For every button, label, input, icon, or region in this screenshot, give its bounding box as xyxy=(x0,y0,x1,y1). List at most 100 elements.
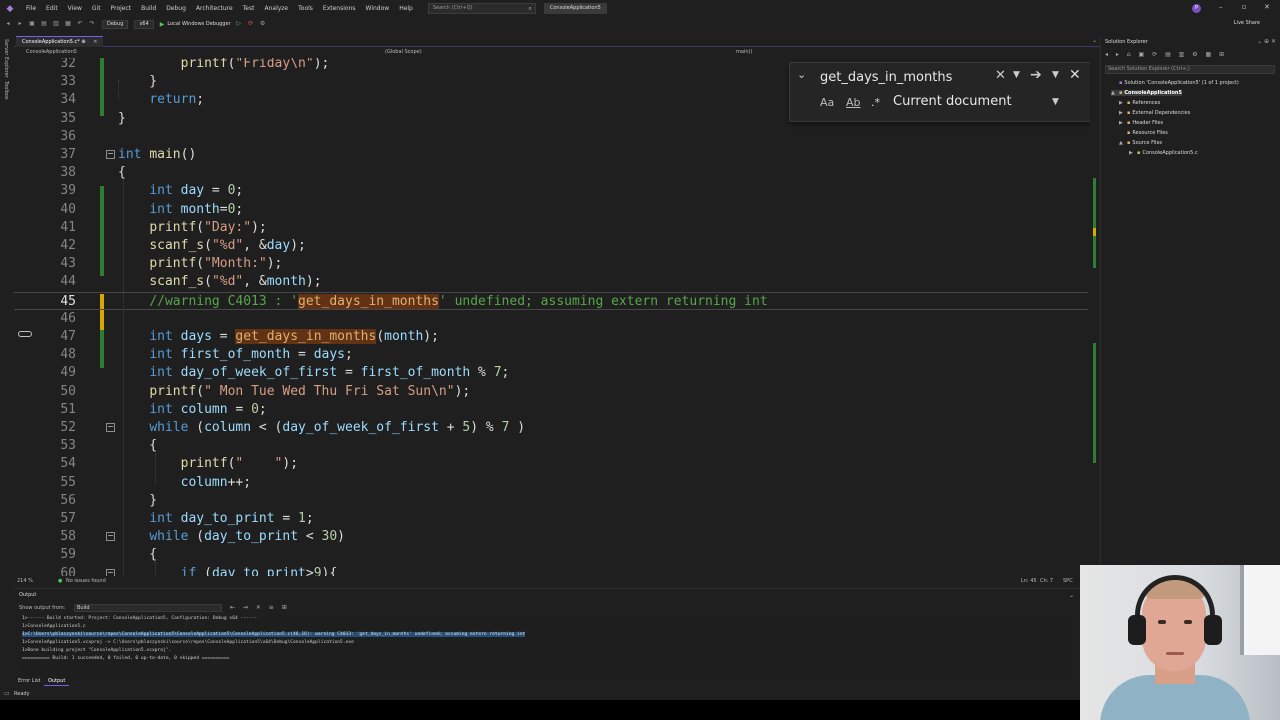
save-all-icon[interactable]: ▦ xyxy=(64,20,72,28)
fold-toggle-icon[interactable]: − xyxy=(106,423,115,432)
editor-scrollbar[interactable] xyxy=(1090,58,1100,576)
tree-expander-icon[interactable]: ▲ xyxy=(1119,140,1127,146)
tree-item[interactable]: ▶ ▪ External Dependencies xyxy=(1119,110,1190,116)
tab-consoleapplication5-c[interactable]: ConsoleApplication5.c* ⊕ ✕ xyxy=(16,36,104,47)
output-source-select[interactable]: Build xyxy=(74,604,222,612)
undo-icon[interactable]: ↶ xyxy=(76,20,84,28)
tree-item[interactable]: ▶ ▪ Header Files xyxy=(1119,120,1163,126)
redo-icon[interactable]: ↷ xyxy=(88,20,96,28)
platform-select[interactable]: x64 xyxy=(134,19,154,29)
bookmark-marker-icon[interactable] xyxy=(18,331,32,337)
find-next-icon[interactable]: ➔ xyxy=(1030,67,1042,83)
save-icon[interactable]: ▥ xyxy=(52,20,60,28)
menu-view[interactable]: View xyxy=(63,5,87,12)
tree-expander-icon[interactable]: ▶ xyxy=(1119,100,1127,106)
tree-item[interactable]: ▶ ▪ References xyxy=(1119,100,1160,106)
member-dropdown[interactable]: main() xyxy=(736,49,752,55)
whitespace-mode[interactable]: SPC xyxy=(1063,578,1073,584)
server-explorer-tab[interactable]: Server Explorer xyxy=(3,39,9,78)
close-find-icon[interactable]: ✕ xyxy=(1069,67,1081,83)
tree-item[interactable]: ▶ ▪ ConsoleApplication5.c xyxy=(1129,150,1198,156)
menu-architecture[interactable]: Architecture xyxy=(191,5,238,12)
live-share-button[interactable]: Live Share xyxy=(1234,20,1260,26)
menu-extensions[interactable]: Extensions xyxy=(318,5,361,12)
code-line[interactable]: 39 int day = 0; xyxy=(14,182,1088,200)
match-case-toggle[interactable]: Aa xyxy=(820,96,834,109)
tree-item[interactable]: ▲ ▪ Source Files xyxy=(1119,140,1162,146)
zoom-level[interactable]: 214 % xyxy=(17,578,33,584)
new-item-icon[interactable]: ▣ xyxy=(28,20,36,28)
tab-error-list[interactable]: Error List xyxy=(14,677,45,685)
code-line[interactable]: 46 xyxy=(14,310,1088,328)
code-line[interactable]: 55 column++; xyxy=(14,474,1088,492)
fold-toggle-icon[interactable]: − xyxy=(106,568,115,576)
menu-project[interactable]: Project xyxy=(106,5,137,12)
code-line[interactable]: 60 − if (day_to_print>9){ xyxy=(14,565,1088,576)
find-options-dropdown-icon[interactable]: ▼ xyxy=(1052,70,1059,80)
code-line[interactable]: 44 scanf_s("%d", &month); xyxy=(14,273,1088,291)
code-editor[interactable]: 32 printf("Friday\n"); 33 } 34 return; 35} 3… xyxy=(14,58,1100,576)
menu-git[interactable]: Git xyxy=(87,5,106,12)
run-without-debug-icon[interactable]: ▷ xyxy=(235,20,243,28)
scope-dropdown[interactable]: (Global Scope) xyxy=(385,49,422,55)
open-icon[interactable]: ▤ xyxy=(40,20,48,28)
panel-controls-icon[interactable]: ⌄ ⊕ ✕ xyxy=(1257,38,1276,45)
code-line[interactable]: 38 { xyxy=(14,164,1088,182)
tab-list-chevron-icon[interactable]: ⌄ xyxy=(1092,37,1097,44)
code-line[interactable]: 43 printf("Month:"); xyxy=(14,255,1088,273)
output-panel-controls-icon[interactable]: ⌄ xyxy=(1069,592,1074,599)
code-line[interactable]: 54 printf(" "); xyxy=(14,455,1088,473)
code-line[interactable]: 40 int month=0; xyxy=(14,201,1088,219)
start-debug-icon[interactable]: ▶ xyxy=(160,21,165,28)
tree-expander-icon[interactable]: ▶ xyxy=(1129,150,1137,156)
clear-search-icon[interactable]: ✕ xyxy=(995,68,1006,83)
solution-explorer-toolbar-icon[interactable]: ◂ ▸ ⌂ ▣ ⟳ ▤ ▥ ⚙ ▦ ⊞ xyxy=(1105,51,1227,58)
issues-status[interactable]: No issues found xyxy=(66,578,106,584)
menu-edit[interactable]: Edit xyxy=(41,5,63,12)
search-history-dropdown-icon[interactable]: ▼ xyxy=(1013,70,1020,80)
code-line[interactable]: 36 xyxy=(14,128,1088,146)
code-line[interactable]: 52 − while (column < (day_of_week_of_firs… xyxy=(14,419,1088,437)
code-line[interactable]: 58 − while (day_to_print < 30) xyxy=(14,528,1088,546)
menu-window[interactable]: Window xyxy=(361,5,395,12)
hot-reload-icon[interactable]: ⟳ xyxy=(247,20,255,28)
tree-item[interactable]: ▲ ▪ ConsoleApplication5 xyxy=(1111,90,1182,96)
solution-search-input[interactable]: Search Solution Explorer (Ctrl+;) xyxy=(1105,65,1275,74)
global-search-input[interactable]: Search (Ctrl+Q) ⌕ xyxy=(427,3,536,14)
tree-expander-icon[interactable]: ▶ xyxy=(1119,120,1127,126)
code-line[interactable]: 37 − int main() xyxy=(14,146,1088,164)
menu-tools[interactable]: Tools xyxy=(293,5,318,12)
code-line[interactable]: 49 int day_of_week_of_first = first_of_m… xyxy=(14,364,1088,382)
config-select[interactable]: Debug xyxy=(102,19,129,29)
code-line[interactable]: 51 int column = 0; xyxy=(14,401,1088,419)
forward-icon[interactable]: ▸ xyxy=(16,20,24,28)
output-toolbar-icon[interactable]: ⇤ ⇥ ✕ ≡ ⊞ xyxy=(230,604,290,611)
regex-toggle[interactable]: .* xyxy=(871,96,880,109)
code-line[interactable]: 50 printf(" Mon Tue Wed Thu Fri Sat Sun\… xyxy=(14,383,1088,401)
toggle-replace-chevron-icon[interactable]: ⌄ xyxy=(797,68,806,81)
tab-close-icon[interactable]: ✕ xyxy=(93,39,97,45)
search-scope-select[interactable]: Current document xyxy=(893,94,1012,109)
code-line[interactable]: 42 scanf_s("%d", &day); xyxy=(14,237,1088,255)
start-debug-button[interactable]: Local Windows Debugger xyxy=(167,21,230,27)
scope-dropdown-icon[interactable]: ▼ xyxy=(1052,97,1059,107)
code-line[interactable]: 45 //warning C4013 : 'get_days_in_months… xyxy=(14,291,1088,310)
project-dropdown[interactable]: ConsoleApplication5 xyxy=(26,49,77,55)
close-window-icon[interactable]: ✕ xyxy=(1264,3,1270,11)
menu-debug[interactable]: Debug xyxy=(161,5,191,12)
toolbar-misc-icon[interactable]: ⚙ xyxy=(259,20,267,28)
tab-output[interactable]: Output xyxy=(44,677,70,686)
menu-file[interactable]: File xyxy=(21,5,41,12)
tree-expander-icon[interactable]: ▲ xyxy=(1111,90,1119,96)
menu-build[interactable]: Build xyxy=(136,5,161,12)
pin-icon[interactable]: ⊕ xyxy=(81,39,85,45)
menu-test[interactable]: Test xyxy=(238,5,260,12)
avatar[interactable]: P xyxy=(1192,4,1201,13)
whole-word-toggle[interactable]: Ab xyxy=(846,96,861,109)
menu-help[interactable]: Help xyxy=(394,5,418,12)
code-line[interactable]: 56 } xyxy=(14,492,1088,510)
tree-item[interactable]: ▪ Solution 'ConsoleApplication5' (1 of 1 … xyxy=(1111,80,1239,86)
fold-toggle-icon[interactable]: − xyxy=(106,150,115,159)
code-line[interactable]: 59 { xyxy=(14,546,1088,564)
menu-analyze[interactable]: Analyze xyxy=(259,5,293,12)
